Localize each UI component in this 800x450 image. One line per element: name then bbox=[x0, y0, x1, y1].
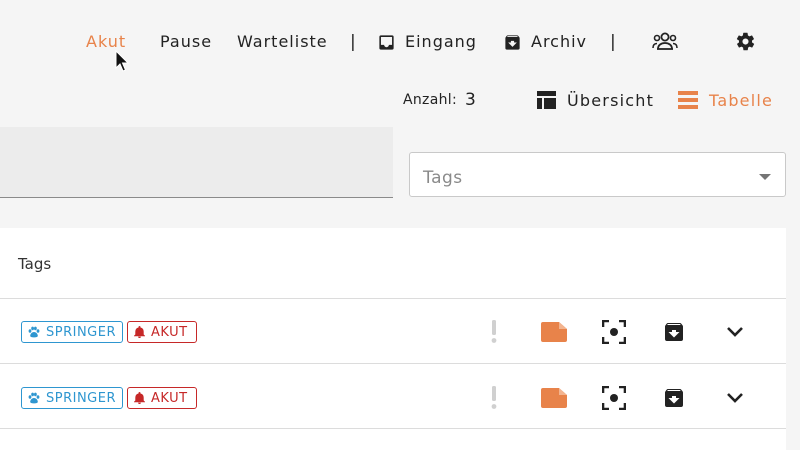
mouse-cursor-icon bbox=[115, 50, 130, 72]
tags-select[interactable]: Tags bbox=[409, 152, 786, 197]
nav-eingang[interactable]: Eingang bbox=[377, 31, 477, 53]
nav-eingang-label: Eingang bbox=[405, 32, 477, 51]
nav-pause[interactable]: Pause bbox=[160, 31, 212, 53]
nav-separator-2: | bbox=[610, 32, 616, 52]
table-row: SPRINGER AKUT bbox=[0, 299, 786, 363]
chevron-down-icon bbox=[727, 327, 743, 337]
archive-icon bbox=[505, 34, 520, 50]
nav-warteliste[interactable]: Warteliste bbox=[237, 31, 328, 53]
count-value: 3 bbox=[465, 90, 476, 110]
list-view-icon bbox=[678, 91, 698, 109]
priority-button[interactable] bbox=[481, 319, 507, 345]
focus-icon bbox=[602, 320, 626, 344]
note-button[interactable] bbox=[541, 319, 567, 345]
bell-icon bbox=[134, 326, 145, 338]
view-table-label: Tabelle bbox=[709, 90, 774, 110]
tag-akut-label: AKUT bbox=[151, 390, 188, 406]
note-icon bbox=[541, 388, 567, 408]
tag-springer-label: SPRINGER bbox=[46, 324, 117, 340]
note-button[interactable] bbox=[541, 385, 567, 411]
table-row: SPRINGER AKUT bbox=[0, 365, 786, 429]
paw-icon bbox=[28, 326, 40, 338]
archive-icon bbox=[665, 322, 683, 341]
settings-button[interactable] bbox=[734, 30, 756, 52]
tag-springer-label: SPRINGER bbox=[46, 390, 117, 406]
focus-button[interactable] bbox=[601, 319, 627, 345]
tag-akut: AKUT bbox=[127, 321, 197, 343]
archive-button[interactable] bbox=[661, 319, 687, 345]
chevron-down-icon bbox=[727, 393, 743, 403]
patient-table: Tags SPRINGER AKUT SPRINGER AKUT bbox=[0, 228, 786, 450]
table-header-tags: Tags bbox=[18, 255, 52, 273]
view-overview-label: Übersicht bbox=[567, 90, 655, 110]
count-label: Anzahl: bbox=[403, 92, 457, 108]
nav-archiv[interactable]: Archiv bbox=[503, 31, 587, 53]
divider bbox=[0, 428, 786, 429]
tags-select-placeholder: Tags bbox=[423, 168, 463, 188]
note-icon bbox=[541, 322, 567, 342]
expand-button[interactable] bbox=[722, 385, 748, 411]
users-button[interactable] bbox=[651, 29, 679, 53]
chevron-down-icon bbox=[759, 174, 771, 180]
tag-akut-label: AKUT bbox=[151, 324, 188, 340]
expand-button[interactable] bbox=[722, 319, 748, 345]
group-icon bbox=[652, 32, 678, 50]
archive-icon bbox=[665, 388, 683, 407]
tag-springer: SPRINGER bbox=[21, 321, 123, 343]
view-overview-button[interactable]: Übersicht bbox=[537, 89, 654, 111]
archive-button[interactable] bbox=[661, 385, 687, 411]
exclamation-icon bbox=[491, 320, 497, 343]
paw-icon bbox=[28, 392, 40, 404]
gear-icon bbox=[736, 32, 754, 50]
nav-archiv-label: Archiv bbox=[531, 32, 588, 51]
tag-springer: SPRINGER bbox=[21, 387, 123, 409]
divider bbox=[0, 363, 786, 364]
focus-button[interactable] bbox=[601, 385, 627, 411]
table-view-icon bbox=[537, 91, 556, 109]
bell-icon bbox=[134, 392, 145, 404]
nav-separator: | bbox=[350, 32, 356, 52]
priority-button[interactable] bbox=[481, 385, 507, 411]
view-table-button[interactable]: Tabelle bbox=[678, 89, 773, 111]
focus-icon bbox=[602, 386, 626, 410]
inbox-icon bbox=[379, 34, 394, 50]
exclamation-icon bbox=[491, 386, 497, 409]
tag-akut: AKUT bbox=[127, 387, 197, 409]
search-input[interactable] bbox=[0, 127, 393, 198]
